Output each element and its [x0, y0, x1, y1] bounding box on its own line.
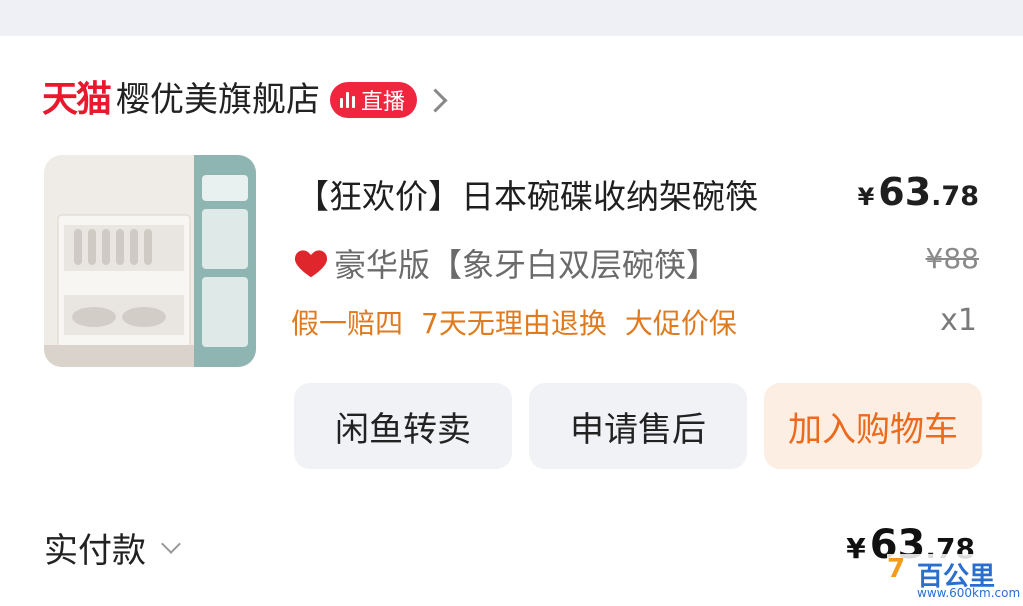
- chevron-right-icon[interactable]: [423, 87, 448, 113]
- price-integer: 63: [878, 170, 932, 214]
- shop-name[interactable]: 樱优美旗舰店: [116, 83, 320, 117]
- after-sales-button[interactable]: 申请售后: [529, 383, 747, 469]
- price-currency: ¥: [857, 183, 875, 211]
- product-image[interactable]: [44, 155, 256, 367]
- resell-button[interactable]: 闲鱼转卖: [294, 383, 512, 469]
- watermark-logo: 7: [887, 554, 906, 584]
- add-to-cart-button[interactable]: 加入购物车: [764, 383, 982, 469]
- tag-item: 大促价保: [624, 307, 737, 340]
- top-strip: [0, 0, 1023, 36]
- live-badge[interactable]: 直播: [330, 82, 418, 118]
- watermark-url: www.600km.com: [917, 586, 1021, 600]
- product-variant: 豪华版【象牙白双层碗筷】: [292, 240, 718, 286]
- original-price: ¥88: [925, 242, 979, 275]
- live-label: 直播: [361, 90, 406, 115]
- watermark: 7 百公里 www.600km.com: [887, 554, 1021, 602]
- product-title[interactable]: 【狂欢价】日本碗碟收纳架碗筷: [296, 170, 758, 218]
- paid-currency: ¥: [846, 532, 866, 565]
- heart-icon: [294, 250, 328, 278]
- paid-amount-toggle[interactable]: 实付款: [44, 523, 181, 572]
- paid-label: 实付款: [44, 531, 146, 571]
- shop-header[interactable]: 天猫 樱优美旗舰店 直播: [42, 76, 448, 124]
- product-price: ¥63.78: [858, 170, 979, 214]
- quantity: x1: [940, 303, 977, 338]
- price-decimal: .78: [931, 181, 979, 212]
- live-icon: [340, 92, 356, 108]
- tmall-logo: 天猫: [42, 79, 112, 120]
- variant-label: 豪华版【象牙白双层碗筷】: [334, 246, 719, 284]
- tag-item: 7天无理由退换: [421, 307, 607, 340]
- service-tags: 假一赔四 7天无理由退换 大促价保: [291, 302, 737, 342]
- chevron-down-icon: [161, 533, 181, 554]
- tag-item: 假一赔四: [291, 307, 404, 340]
